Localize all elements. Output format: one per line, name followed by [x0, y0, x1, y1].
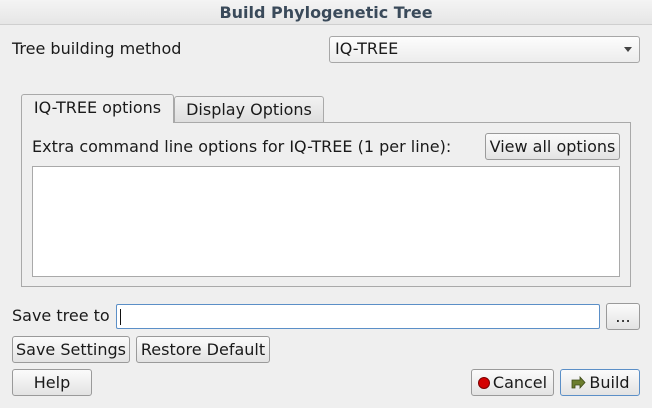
- save-tree-label: Save tree to: [12, 306, 110, 325]
- tab-display-options-label: Display Options: [186, 100, 312, 119]
- method-label: Tree building method: [12, 39, 182, 58]
- view-all-options-button[interactable]: View all options: [485, 133, 620, 160]
- browse-button-label: ...: [615, 306, 631, 326]
- help-button-label: Help: [33, 372, 71, 392]
- method-select[interactable]: IQ-TREE: [329, 36, 640, 63]
- tab-iqtree-options-label: IQ-TREE options: [33, 98, 162, 117]
- view-all-options-label: View all options: [489, 136, 616, 156]
- cancel-button-label: Cancel: [492, 372, 548, 392]
- extra-options-label: Extra command line options for IQ-TREE (…: [32, 137, 452, 156]
- tab-iqtree-options[interactable]: IQ-TREE options: [21, 94, 174, 123]
- extra-options-textarea[interactable]: [32, 166, 620, 277]
- save-settings-label: Save Settings: [16, 339, 126, 359]
- chevron-down-icon: [624, 47, 632, 52]
- save-tree-input[interactable]: [116, 304, 600, 329]
- cancel-icon: [477, 376, 490, 389]
- cancel-button[interactable]: Cancel: [471, 369, 554, 396]
- tab-display-options[interactable]: Display Options: [174, 96, 324, 122]
- text-cursor: [120, 309, 121, 325]
- build-button-label: Build: [589, 372, 630, 392]
- restore-default-label: Restore Default: [140, 339, 266, 359]
- restore-default-button[interactable]: Restore Default: [136, 336, 270, 363]
- save-settings-button[interactable]: Save Settings: [12, 336, 130, 363]
- help-button[interactable]: Help: [12, 369, 92, 396]
- browse-button[interactable]: ...: [606, 303, 640, 330]
- window-titlebar[interactable]: Build Phylogenetic Tree: [0, 0, 652, 25]
- build-button[interactable]: Build: [560, 369, 640, 396]
- method-select-value: IQ-TREE: [335, 39, 399, 58]
- build-icon: [572, 375, 586, 389]
- window-title: Build Phylogenetic Tree: [219, 3, 433, 22]
